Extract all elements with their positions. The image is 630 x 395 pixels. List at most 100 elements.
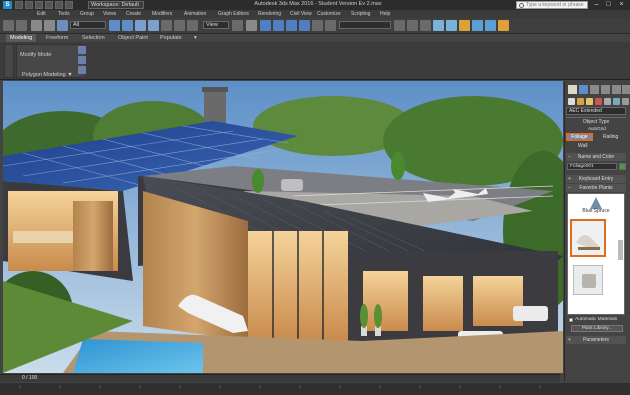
layer-explorer-icon[interactable] — [407, 20, 418, 31]
plant-thumbnail[interactable] — [573, 265, 603, 295]
tab-selection[interactable]: Selection — [82, 35, 105, 41]
spinner-snap-icon[interactable] — [299, 20, 310, 31]
bind-space-warp-icon[interactable] — [57, 20, 68, 31]
app-logo[interactable]: S — [3, 1, 12, 9]
selected-plant-thumbnail[interactable] — [570, 219, 606, 257]
edit-poly-icon[interactable] — [78, 56, 86, 64]
rotate-icon[interactable] — [174, 20, 185, 31]
render-setup-icon[interactable] — [472, 20, 483, 31]
foliage-button[interactable]: Foliage — [566, 133, 593, 141]
reference-coordinate-dropdown[interactable]: View — [203, 21, 229, 29]
link-icon[interactable] — [31, 20, 42, 31]
parameters-rollout[interactable]: + Parameters — [566, 336, 626, 344]
curve-editor-icon[interactable] — [433, 20, 444, 31]
tab-modeling[interactable]: Modeling — [6, 34, 37, 42]
unlink-icon[interactable] — [44, 20, 55, 31]
menu-scripting[interactable]: Scripting — [351, 11, 370, 17]
menu-group[interactable]: Group — [80, 11, 94, 17]
hierarchy-tab-icon[interactable] — [590, 85, 599, 94]
polygon-modeling-label[interactable]: Polygon Modeling ▼ — [22, 72, 73, 78]
workspace-dropdown[interactable]: Workspace: Default — [88, 1, 144, 9]
edit-named-selection-icon[interactable] — [312, 20, 323, 31]
render-production-icon[interactable] — [498, 20, 509, 31]
menu-edit[interactable]: Edit — [37, 11, 46, 17]
plant-library-button[interactable]: Plant Library... — [571, 325, 623, 332]
pivot-icon[interactable] — [232, 20, 243, 31]
select-by-name-icon[interactable] — [122, 20, 133, 31]
menu-animation[interactable]: Animation — [184, 11, 206, 17]
minimize-icon[interactable]: – — [592, 1, 601, 9]
toggle-ribbon-icon[interactable] — [420, 20, 431, 31]
ribbon-side-icon[interactable] — [4, 44, 14, 78]
name-and-color-rollout[interactable]: − Name and Color — [566, 153, 626, 161]
project-folder-icon[interactable] — [65, 1, 73, 9]
tab-populate[interactable]: Populate — [160, 35, 182, 41]
select-manipulate-icon[interactable] — [246, 20, 257, 31]
redo-icon[interactable] — [55, 1, 63, 9]
menu-customize[interactable]: Customize — [317, 11, 341, 17]
menu-modifiers[interactable]: Modifiers — [152, 11, 172, 17]
object-name-field[interactable]: Foliage001 — [567, 163, 617, 170]
percent-snap-icon[interactable] — [286, 20, 297, 31]
modify-tab-icon[interactable] — [579, 85, 588, 94]
automatic-materials-checkbox[interactable] — [569, 318, 573, 322]
space-warps-icon[interactable] — [613, 98, 620, 105]
wall-button[interactable]: Wall — [578, 143, 588, 149]
object-color-swatch[interactable] — [619, 163, 626, 170]
select-object-icon[interactable] — [109, 20, 120, 31]
time-slider[interactable] — [0, 374, 560, 382]
railing-button[interactable]: Railing — [603, 134, 618, 140]
utilities-tab-icon[interactable] — [622, 85, 630, 94]
motion-tab-icon[interactable] — [601, 85, 610, 94]
rendered-frame-window-icon[interactable] — [485, 20, 496, 31]
menu-help[interactable]: Help — [380, 11, 390, 17]
menu-create[interactable]: Create — [126, 11, 141, 17]
schematic-view-icon[interactable] — [446, 20, 457, 31]
object-type-rollout-title[interactable]: Object Type — [566, 119, 626, 125]
named-selection-set-field[interactable] — [339, 21, 391, 29]
modify-mode-icon[interactable] — [78, 46, 86, 54]
track-bar[interactable] — [0, 383, 630, 395]
new-file-icon[interactable] — [15, 1, 23, 9]
plant-list-scrollbar[interactable] — [618, 240, 623, 260]
create-tab-icon[interactable] — [568, 85, 577, 94]
search-input[interactable]: Type a keyword or phrase — [516, 1, 588, 9]
material-editor-icon[interactable] — [459, 20, 470, 31]
mirror-icon[interactable] — [325, 20, 336, 31]
save-file-icon[interactable] — [35, 1, 43, 9]
maximize-icon[interactable]: □ — [604, 1, 613, 9]
redo-tool-icon[interactable] — [16, 20, 27, 31]
ribbon-options-icon[interactable]: ▾ — [194, 35, 197, 41]
tab-freeform[interactable]: Freeform — [46, 35, 68, 41]
geometry-icon[interactable] — [568, 98, 575, 105]
align-icon[interactable] — [394, 20, 405, 31]
menu-graph-editors[interactable]: Graph Editors — [218, 11, 249, 17]
open-file-icon[interactable] — [25, 1, 33, 9]
helpers-icon[interactable] — [604, 98, 611, 105]
lights-icon[interactable] — [586, 98, 593, 105]
move-icon[interactable] — [161, 20, 172, 31]
close-icon[interactable]: × — [617, 1, 626, 9]
selection-filter-dropdown[interactable]: All — [70, 21, 106, 29]
menu-civil-view[interactable]: Civil View — [290, 11, 312, 17]
favorite-plants-rollout[interactable]: − Favorite Plants — [566, 184, 626, 192]
keyboard-entry-rollout[interactable]: + Keyboard Entry — [566, 175, 626, 183]
undo-tool-icon[interactable] — [3, 20, 14, 31]
undo-icon[interactable] — [45, 1, 53, 9]
autogrid-checkbox[interactable]: AutoGrid — [588, 126, 606, 131]
window-crossing-icon[interactable] — [148, 20, 159, 31]
tab-object-paint[interactable]: Object Paint — [118, 35, 148, 41]
menu-rendering[interactable]: Rendering — [258, 11, 281, 17]
object-category-dropdown[interactable]: AEC Extended — [566, 107, 626, 115]
cameras-icon[interactable] — [595, 98, 602, 105]
scale-icon[interactable] — [187, 20, 198, 31]
shapes-icon[interactable] — [577, 98, 584, 105]
region-select-icon[interactable] — [135, 20, 146, 31]
snaps-toggle-icon[interactable] — [260, 20, 271, 31]
angle-snap-icon[interactable] — [273, 20, 284, 31]
menu-tools[interactable]: Tools — [58, 11, 70, 17]
polygon-icon[interactable] — [78, 66, 86, 74]
systems-icon[interactable] — [622, 98, 629, 105]
menu-views[interactable]: Views — [103, 11, 116, 17]
perspective-viewport[interactable] — [3, 81, 563, 373]
